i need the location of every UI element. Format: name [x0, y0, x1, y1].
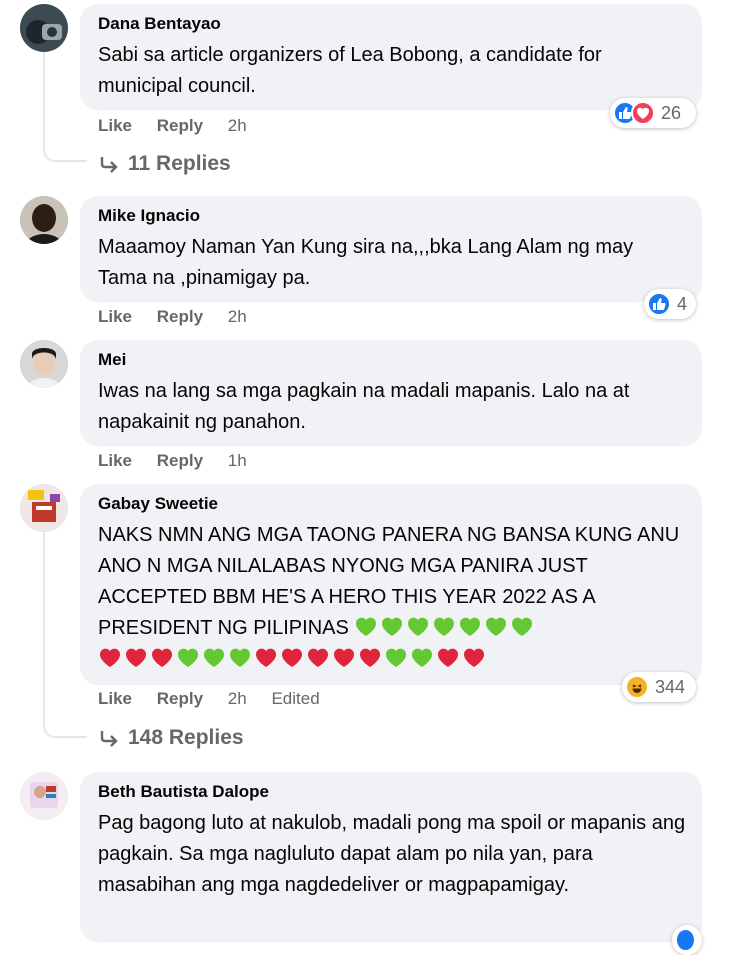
like-icon	[647, 292, 671, 316]
view-replies-button[interactable]: 11 Replies	[98, 152, 231, 176]
red-heart-icon	[359, 648, 381, 667]
reply-arrow-icon	[100, 731, 118, 748]
comment-author[interactable]: Dana Bentayao	[98, 14, 686, 34]
comment-actions: Like Reply 2h	[98, 116, 267, 136]
comment-bubble: Mei Iwas na lang sa mga pagkain na madal…	[80, 340, 702, 446]
red-heart-icon	[151, 648, 173, 667]
emoji-row	[354, 617, 536, 639]
comment-bubble: Gabay Sweetie NAKS NMN ANG MGA TAONG PAN…	[80, 484, 702, 685]
red-heart-icon	[255, 648, 277, 667]
like-button[interactable]: Like	[98, 116, 132, 135]
comment-text: Pag bagong luto at nakulob, madali pong …	[98, 812, 686, 896]
like-button[interactable]: Like	[98, 689, 132, 708]
view-replies-button[interactable]: 148 Replies	[98, 726, 244, 750]
reply-arrow-icon	[100, 157, 118, 174]
green-heart-icon	[512, 617, 533, 636]
emoji-row	[98, 648, 488, 670]
avatar[interactable]	[20, 4, 68, 52]
red-heart-icon	[307, 648, 329, 667]
thread-line-curve	[43, 140, 87, 162]
thread-line-curve	[43, 716, 87, 738]
haha-icon	[625, 675, 649, 699]
green-heart-icon	[229, 648, 251, 667]
comment-bubble: Mike Ignacio Maaamoy Naman Yan Kung sira…	[80, 196, 702, 302]
avatar[interactable]	[20, 196, 68, 244]
comment-time[interactable]: 2h	[228, 116, 247, 135]
like-button[interactable]: Like	[98, 307, 132, 326]
red-heart-icon	[437, 648, 459, 667]
red-heart-icon	[281, 648, 303, 667]
reply-button[interactable]: Reply	[157, 451, 203, 470]
green-heart-icon	[356, 617, 377, 636]
replies-count-label: 11 Replies	[128, 152, 231, 175]
comment-text: Maaamoy Naman Yan Kung sira na,,,bka Lan…	[98, 236, 634, 289]
thread-line	[43, 52, 45, 150]
reaction-summary[interactable]: 26	[610, 98, 696, 128]
red-heart-icon	[125, 648, 147, 667]
green-heart-icon	[203, 648, 225, 667]
reply-button[interactable]: Reply	[157, 307, 203, 326]
red-heart-icon	[99, 648, 121, 667]
comment-time[interactable]: 1h	[228, 451, 247, 470]
green-heart-icon	[385, 648, 407, 667]
comment-bubble: Beth Bautista Dalope Pag bagong luto at …	[80, 772, 702, 942]
replies-count-label: 148 Replies	[128, 726, 244, 749]
love-icon	[631, 101, 655, 125]
comment-author[interactable]: Mike Ignacio	[98, 206, 686, 226]
avatar[interactable]	[20, 484, 68, 532]
avatar[interactable]	[20, 340, 68, 388]
comment-author[interactable]: Mei	[98, 350, 686, 370]
green-heart-icon	[411, 648, 433, 667]
thread-line	[43, 532, 45, 727]
comment-time[interactable]: 2h	[228, 307, 247, 326]
green-heart-icon	[486, 617, 507, 636]
comment-author[interactable]: Gabay Sweetie	[98, 494, 686, 514]
comment-actions: Like Reply 2h	[98, 307, 267, 327]
reply-button[interactable]: Reply	[157, 689, 203, 708]
comment-text: Iwas na lang sa mga pagkain na madali ma…	[98, 380, 630, 433]
reaction-count: 344	[655, 676, 686, 697]
red-heart-icon	[333, 648, 355, 667]
green-heart-icon	[434, 617, 455, 636]
red-heart-icon	[463, 648, 485, 667]
like-icon	[675, 928, 696, 952]
comment-author[interactable]: Beth Bautista Dalope	[98, 782, 686, 802]
comment-bubble: Dana Bentayao Sabi sa article organizers…	[80, 4, 702, 110]
green-heart-icon	[382, 617, 403, 636]
edited-label: Edited	[271, 689, 320, 708]
green-heart-icon	[408, 617, 429, 636]
reaction-summary[interactable]	[672, 925, 702, 955]
like-button[interactable]: Like	[98, 451, 132, 470]
comment-actions: Like Reply 1h	[98, 451, 267, 471]
green-heart-icon	[177, 648, 199, 667]
comment-text: NAKS NMN ANG MGA TAONG PANERA NG BANSA K…	[98, 520, 686, 675]
reaction-summary[interactable]: 4	[644, 289, 696, 319]
avatar[interactable]	[20, 772, 68, 820]
reaction-count: 26	[661, 102, 682, 123]
green-heart-icon	[460, 617, 481, 636]
reaction-summary[interactable]: 344	[622, 672, 696, 702]
reaction-count: 4	[677, 293, 688, 314]
comment-actions: Like Reply 2h Edited	[98, 689, 340, 709]
reply-button[interactable]: Reply	[157, 116, 203, 135]
comment-time[interactable]: 2h	[228, 689, 247, 708]
comment-text: Sabi sa article organizers of Lea Bobong…	[98, 44, 602, 97]
